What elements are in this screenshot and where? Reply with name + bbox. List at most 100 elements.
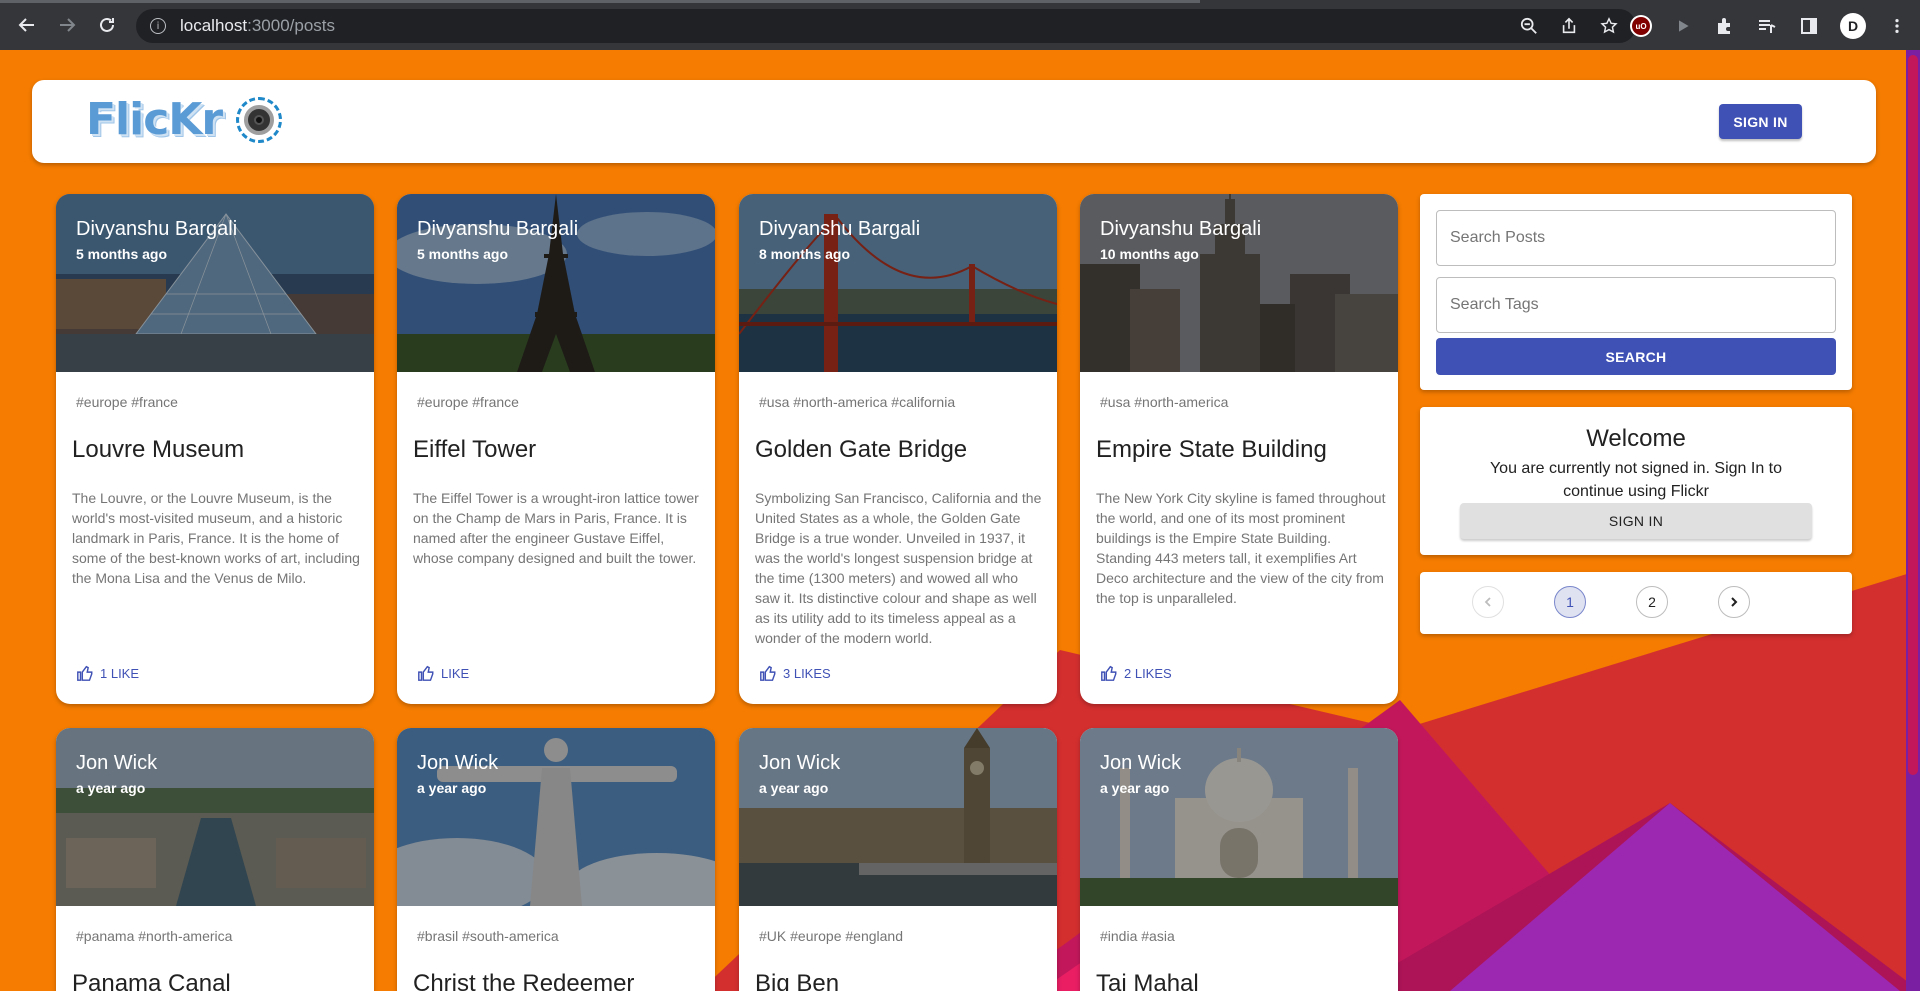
post-title: Big Ben bbox=[755, 970, 840, 991]
bookmark-star-icon[interactable] bbox=[1600, 17, 1618, 35]
post-image[interactable]: Divyanshu Bargali 5 months ago bbox=[397, 194, 715, 372]
post-author: Jon Wick bbox=[76, 752, 158, 774]
post-tags: #panama #north-america bbox=[76, 928, 233, 944]
like-count: 2 LIKES bbox=[1124, 665, 1172, 681]
header-signin-button[interactable]: SIGN IN bbox=[1719, 104, 1802, 139]
search-button[interactable]: SEARCH bbox=[1436, 338, 1836, 375]
post-card[interactable]: Divyanshu Bargali 8 months ago #usa #nor… bbox=[739, 194, 1057, 704]
welcome-panel: Welcome You are currently not signed in.… bbox=[1420, 407, 1852, 555]
previous-page-button[interactable] bbox=[1472, 586, 1504, 618]
profile-avatar[interactable]: D bbox=[1840, 13, 1866, 39]
post-title: Empire State Building bbox=[1096, 436, 1327, 463]
post-title: Panama Canal bbox=[72, 970, 231, 991]
search-posts-input[interactable] bbox=[1436, 210, 1836, 266]
post-title: Christ the Redeemer bbox=[413, 970, 635, 991]
post-image[interactable]: Jon Wick a year ago bbox=[1080, 728, 1398, 906]
site-info-icon[interactable]: i bbox=[150, 18, 166, 34]
like-button[interactable]: 1 LIKE bbox=[76, 664, 139, 682]
thumb-up-icon bbox=[1101, 665, 1117, 681]
post-time: a year ago bbox=[759, 780, 829, 796]
page-scrollbar-thumb[interactable] bbox=[1908, 55, 1918, 775]
post-card[interactable]: Divyanshu Bargali 10 months ago #usa #no… bbox=[1080, 194, 1398, 704]
post-image[interactable]: Divyanshu Bargali 8 months ago bbox=[739, 194, 1057, 372]
post-card[interactable]: Jon Wick a year ago #UK #europe #england… bbox=[739, 728, 1057, 991]
post-author: Jon Wick bbox=[417, 752, 499, 774]
back-button[interactable] bbox=[10, 8, 44, 42]
search-panel: SEARCH bbox=[1420, 194, 1852, 390]
chevron-right-icon bbox=[1731, 597, 1738, 607]
arrow-left-icon bbox=[18, 18, 34, 32]
post-title: Eiffel Tower bbox=[413, 436, 537, 463]
post-time: a year ago bbox=[76, 780, 146, 796]
post-image[interactable]: Jon Wick a year ago bbox=[397, 728, 715, 906]
welcome-title: Welcome bbox=[1586, 425, 1686, 452]
post-time: a year ago bbox=[1100, 780, 1170, 796]
post-title: Taj Mahal bbox=[1096, 970, 1199, 991]
page-1-button[interactable]: 1 bbox=[1554, 586, 1586, 618]
post-title: Golden Gate Bridge bbox=[755, 436, 968, 463]
post-card[interactable]: Divyanshu Bargali 5 months ago #europe #… bbox=[397, 194, 715, 704]
post-tags: #brasil #south-america bbox=[417, 928, 559, 944]
post-tags: #UK #europe #england bbox=[759, 928, 904, 944]
post-tags: #europe #france bbox=[417, 394, 519, 410]
media-play-icon[interactable] bbox=[1672, 15, 1694, 37]
post-card[interactable]: Jon Wick a year ago #brasil #south-ameri… bbox=[397, 728, 715, 991]
post-tags: #usa #north-america #california bbox=[759, 394, 956, 410]
logo-text: FlicKr bbox=[86, 94, 223, 145]
like-count: 1 LIKE bbox=[100, 665, 140, 681]
post-image[interactable]: Jon Wick a year ago bbox=[739, 728, 1057, 906]
pagination-panel: 1 2 bbox=[1420, 572, 1852, 634]
post-card[interactable]: Jon Wick a year ago #india #asia Taj Mah… bbox=[1080, 728, 1398, 991]
post-card[interactable]: Divyanshu Bargali 5 months ago #europe #… bbox=[56, 194, 374, 704]
post-title: Louvre Museum bbox=[72, 436, 245, 463]
post-time: 10 months ago bbox=[1100, 246, 1199, 262]
thumb-up-icon bbox=[77, 665, 93, 681]
zoom-icon[interactable] bbox=[1520, 17, 1538, 35]
arrow-right-icon bbox=[60, 18, 76, 32]
address-bar[interactable]: i localhost:3000/posts bbox=[136, 9, 1636, 43]
browser-menu-icon[interactable] bbox=[1886, 15, 1908, 37]
like-button[interactable]: 3 LIKES bbox=[759, 664, 831, 682]
welcome-message: You are currently not signed in. Sign In… bbox=[1489, 460, 1783, 500]
share-icon[interactable] bbox=[1560, 17, 1578, 35]
ublock-extension-icon[interactable]: uO bbox=[1630, 15, 1652, 37]
welcome-signin-button[interactable]: SIGN IN bbox=[1460, 503, 1812, 539]
media-queue-icon[interactable] bbox=[1756, 15, 1778, 37]
post-card[interactable]: Jon Wick a year ago #panama #north-ameri… bbox=[56, 728, 374, 991]
app-header: FlicKr SIGN IN bbox=[32, 80, 1876, 163]
reload-button[interactable] bbox=[90, 8, 124, 42]
extensions-puzzle-icon[interactable] bbox=[1714, 15, 1736, 37]
tab-strip bbox=[0, 0, 1200, 3]
thumb-up-icon bbox=[418, 665, 434, 681]
like-button[interactable]: 2 LIKES bbox=[1100, 664, 1172, 682]
post-time: 5 months ago bbox=[76, 246, 168, 262]
post-image[interactable]: Divyanshu Bargali 10 months ago bbox=[1080, 194, 1398, 372]
post-image[interactable]: Divyanshu Bargali 5 months ago bbox=[56, 194, 374, 372]
flickr-logo[interactable]: FlicKr bbox=[86, 94, 283, 145]
browser-toolbar: i localhost:3000/posts uO D bbox=[0, 0, 1920, 50]
side-panel-icon[interactable] bbox=[1798, 15, 1820, 37]
thumb-up-icon bbox=[760, 665, 776, 681]
post-description: Symbolizing San Francisco, California an… bbox=[755, 490, 1042, 646]
like-count: LIKE bbox=[441, 665, 470, 681]
forward-button[interactable] bbox=[50, 8, 84, 42]
post-description: The Louvre, or the Louvre Museum, is the… bbox=[72, 490, 360, 586]
pagination: 1 2 bbox=[1472, 586, 1750, 618]
page-2-button[interactable]: 2 bbox=[1636, 586, 1668, 618]
post-author: Jon Wick bbox=[1100, 752, 1182, 774]
post-image[interactable]: Jon Wick a year ago bbox=[56, 728, 374, 906]
post-tags: #usa #north-america bbox=[1100, 394, 1229, 410]
search-tags-input[interactable] bbox=[1436, 277, 1836, 333]
chevron-left-icon bbox=[1484, 597, 1491, 607]
post-author: Divyanshu Bargali bbox=[1100, 218, 1262, 240]
url-path: :3000/posts bbox=[247, 16, 336, 35]
post-author: Divyanshu Bargali bbox=[759, 218, 921, 240]
post-time: a year ago bbox=[417, 780, 487, 796]
camera-lens-icon bbox=[236, 96, 283, 143]
post-author: Jon Wick bbox=[759, 752, 841, 774]
post-author: Divyanshu Bargali bbox=[76, 218, 238, 240]
post-tags: #india #asia bbox=[1100, 928, 1175, 944]
reload-icon bbox=[100, 17, 114, 32]
next-page-button[interactable] bbox=[1718, 586, 1750, 618]
like-button[interactable]: LIKE bbox=[417, 664, 469, 682]
